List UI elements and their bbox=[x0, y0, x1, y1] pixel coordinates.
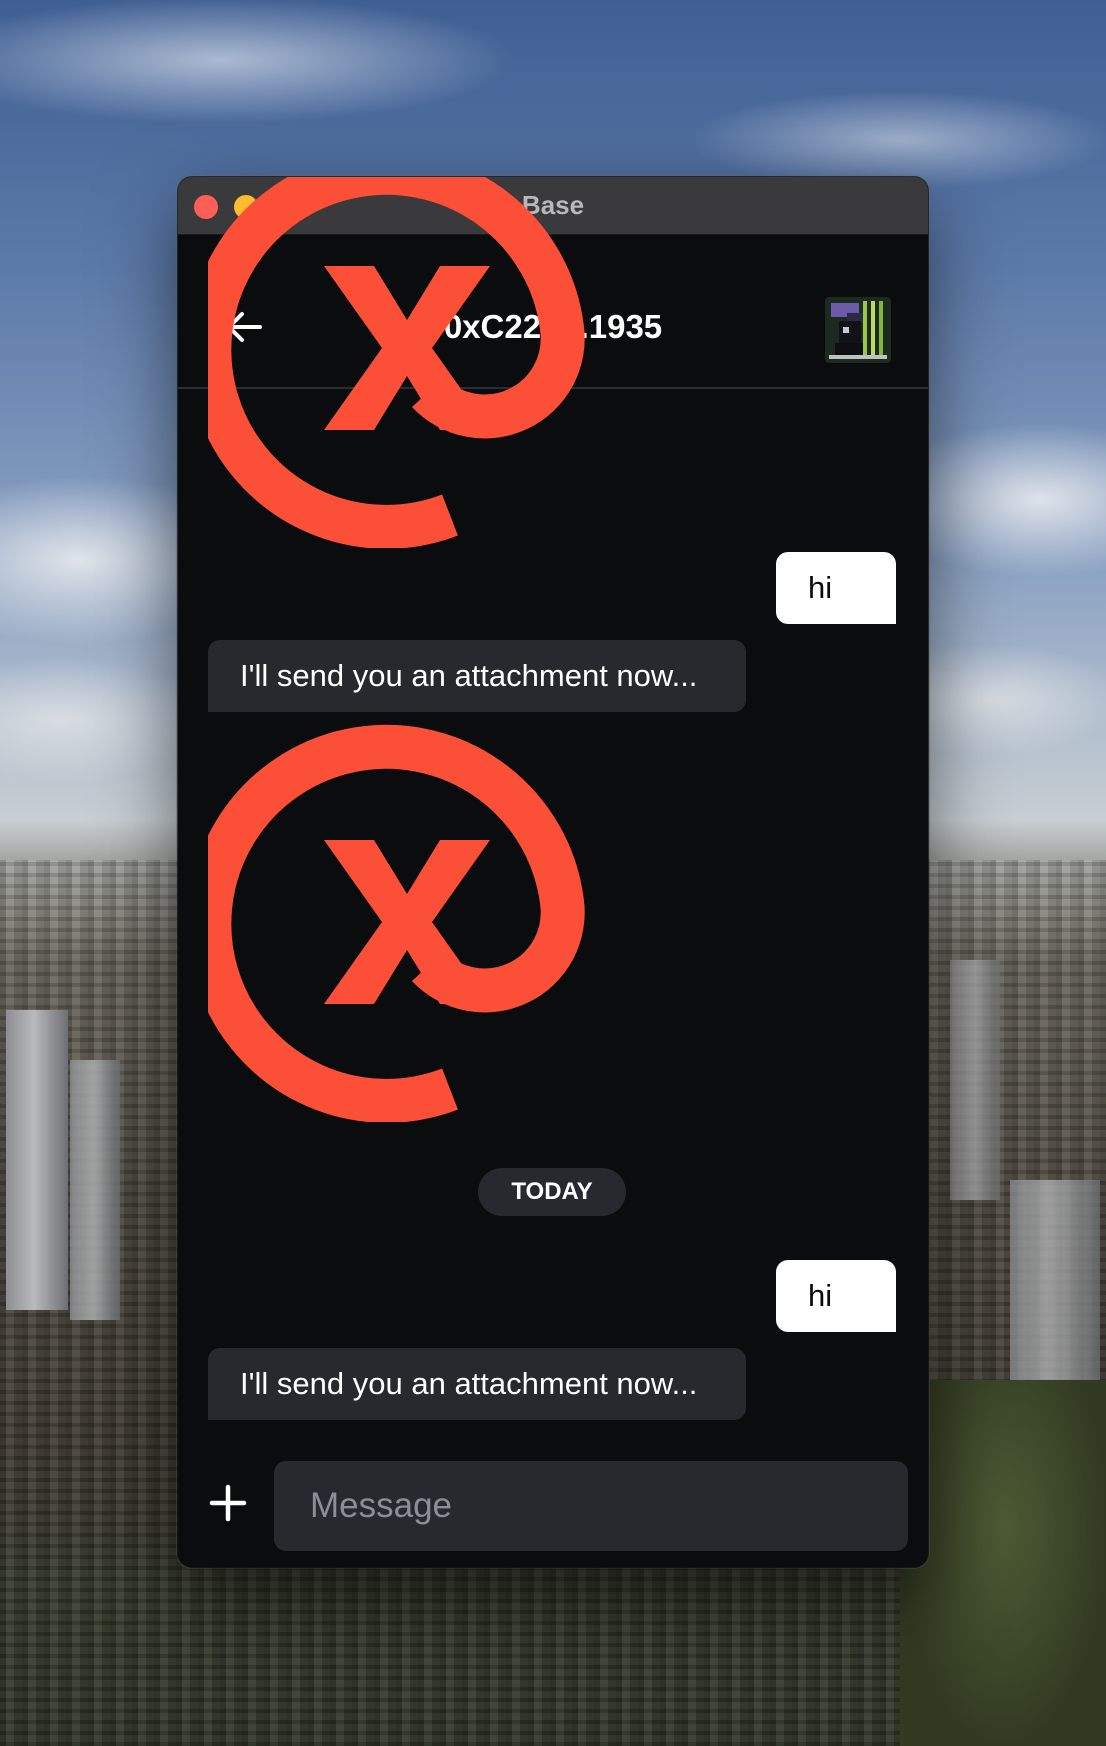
message-input[interactable] bbox=[274, 1461, 908, 1551]
message-bubble-incoming[interactable]: I'll send you an attachment now... bbox=[208, 1348, 746, 1420]
avatar[interactable] bbox=[825, 297, 891, 363]
message-bubble-outgoing[interactable]: hi bbox=[776, 1260, 896, 1332]
pixel-art-avatar-icon bbox=[825, 297, 891, 363]
xmtp-logo-icon bbox=[187, 724, 585, 1123]
attachment-image[interactable] bbox=[187, 177, 608, 549]
skyscraper bbox=[6, 1010, 68, 1310]
attachment-image[interactable] bbox=[187, 722, 608, 1123]
park bbox=[900, 1380, 1106, 1746]
app-window: Base 0xC22d...1935 hi I'll send you an a… bbox=[178, 177, 928, 1567]
message-list[interactable]: hi I'll send you an attachment now... TO… bbox=[178, 177, 928, 1567]
skyscraper bbox=[1010, 1180, 1100, 1380]
add-attachment-button[interactable] bbox=[208, 1483, 248, 1523]
xmtp-logo-icon bbox=[187, 177, 585, 549]
date-separator: TODAY bbox=[478, 1168, 626, 1216]
plus-icon bbox=[209, 1484, 247, 1522]
skyscraper bbox=[950, 960, 1000, 1200]
skyscraper bbox=[70, 1060, 120, 1320]
message-bubble-outgoing[interactable]: hi bbox=[776, 552, 896, 624]
message-composer bbox=[178, 1449, 928, 1567]
message-bubble-incoming[interactable]: I'll send you an attachment now... bbox=[208, 640, 746, 712]
